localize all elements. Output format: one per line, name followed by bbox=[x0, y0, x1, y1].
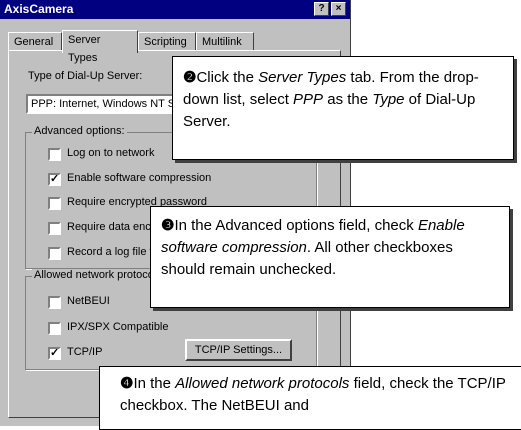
tab-scripting[interactable]: Scripting bbox=[138, 32, 196, 51]
window-title: AxisCamera bbox=[4, 2, 74, 16]
step-4-number: ❹ bbox=[120, 375, 134, 392]
tab-server-types[interactable]: Server Types bbox=[62, 30, 138, 64]
callout-step-3: ❸In the Advanced options field, check En… bbox=[150, 206, 510, 308]
tcpip-settings-button[interactable]: TCP/IP Settings... bbox=[185, 339, 292, 361]
callout-emphasis: Server Types bbox=[258, 69, 347, 86]
callout-emphasis: PPP bbox=[293, 91, 324, 108]
allowed-protocols-title: Allowed network protocols: bbox=[32, 269, 167, 281]
help-button[interactable]: ? bbox=[314, 2, 329, 16]
advanced-options-title: Advanced options: bbox=[32, 125, 127, 137]
callout-text: Click the bbox=[196, 69, 259, 86]
tcpip-checkbox[interactable]: ✓ bbox=[48, 347, 61, 360]
title-bar: AxisCamera ? × bbox=[0, 0, 350, 19]
log-on-to-network-checkbox[interactable] bbox=[48, 148, 61, 161]
step-3-number: ❸ bbox=[161, 217, 175, 234]
record-log-file-checkbox[interactable] bbox=[48, 247, 61, 260]
log-on-to-network-label: Log on to network bbox=[67, 147, 155, 159]
require-encrypted-password-checkbox[interactable] bbox=[48, 197, 61, 210]
step-2-number: ❷ bbox=[183, 69, 197, 86]
ipx-spx-label: IPX/SPX Compatible bbox=[67, 321, 169, 333]
tab-general[interactable]: General bbox=[8, 32, 62, 51]
close-button[interactable]: × bbox=[331, 2, 346, 16]
callout-emphasis: Allowed network protocols bbox=[175, 375, 350, 392]
callout-step-2: ❷Click the Server Types tab. From the dr… bbox=[172, 56, 514, 160]
callout-step-4: ❹In the Allowed network protocols field,… bbox=[99, 366, 521, 430]
server-type-label: Type of Dial-Up Server: bbox=[28, 70, 143, 82]
tcpip-label: TCP/IP bbox=[67, 346, 103, 358]
callout-text: as the bbox=[323, 91, 373, 108]
netbeui-checkbox[interactable] bbox=[48, 296, 61, 309]
ipx-spx-checkbox[interactable] bbox=[48, 322, 61, 335]
netbeui-label: NetBEUI bbox=[67, 295, 110, 307]
callout-emphasis: Type bbox=[372, 91, 405, 108]
require-data-encryption-checkbox[interactable] bbox=[48, 222, 61, 235]
enable-software-compression-checkbox[interactable]: ✓ bbox=[48, 173, 61, 186]
enable-software-compression-label: Enable software compression bbox=[67, 172, 212, 184]
tab-multilink[interactable]: Multilink bbox=[196, 32, 254, 51]
callout-text: In the bbox=[133, 375, 176, 392]
callout-text: In the Advanced options field, check bbox=[174, 217, 418, 234]
